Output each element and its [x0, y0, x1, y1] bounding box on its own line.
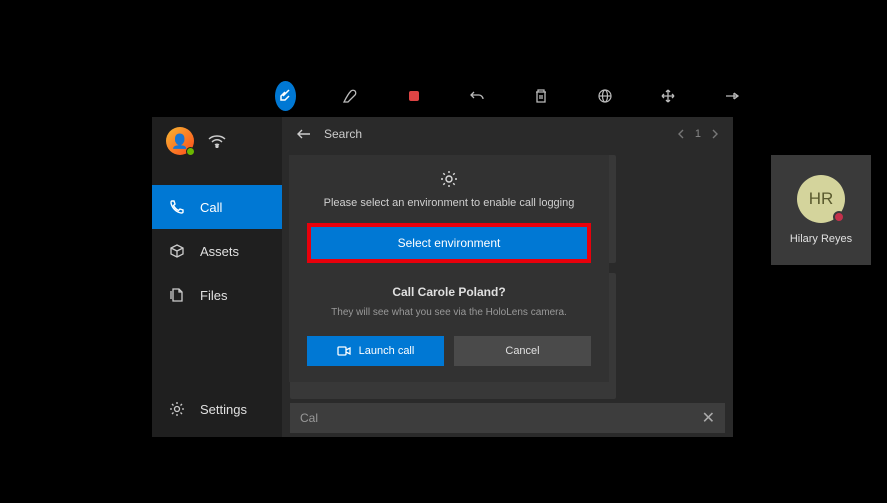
page-next-icon[interactable] [711, 129, 719, 139]
contact-name: Hilary Reyes [790, 233, 852, 245]
package-icon [168, 242, 186, 260]
nav-label: Settings [200, 402, 247, 417]
delete-icon[interactable] [531, 82, 551, 110]
select-env-highlight: Select environment [307, 223, 591, 263]
ink-ingress-icon[interactable] [275, 81, 296, 111]
env-prompt-text: Please select an environment to enable c… [307, 197, 591, 209]
select-environment-button[interactable]: Select environment [311, 227, 587, 259]
pen-icon[interactable] [340, 82, 360, 110]
nav: Call Assets Files [152, 185, 282, 387]
undo-icon[interactable] [468, 82, 488, 110]
pin-icon[interactable] [722, 82, 742, 110]
gear-icon [307, 169, 591, 189]
nav-label: Assets [200, 244, 239, 259]
nav-item-settings[interactable]: Settings [152, 387, 282, 431]
nav-item-assets[interactable]: Assets [152, 229, 282, 273]
video-icon [337, 346, 351, 356]
top-toolbar [275, 78, 742, 114]
sidebar: 👤 Call Assets [152, 117, 282, 437]
page-number: 1 [695, 128, 701, 140]
launch-call-label: Launch call [359, 345, 415, 357]
cancel-button[interactable]: Cancel [454, 336, 591, 366]
page-prev-icon[interactable] [677, 129, 685, 139]
phone-icon [168, 198, 186, 216]
nav-label: Call [200, 200, 222, 215]
wifi-icon [208, 134, 226, 148]
close-icon[interactable]: ✕ [702, 408, 715, 428]
contact-avatar: HR [797, 175, 845, 223]
call-subtext: They will see what you see via the HoloL… [307, 307, 591, 318]
dialog-actions: Launch call Cancel [307, 336, 591, 366]
sidebar-header: 👤 [152, 117, 282, 165]
call-question: Call Carole Poland? [307, 285, 591, 299]
files-icon [168, 286, 186, 304]
search-header: Search 1 [282, 117, 733, 151]
launch-call-button[interactable]: Launch call [307, 336, 444, 366]
nav-label: Files [200, 288, 227, 303]
nav-item-call[interactable]: Call [152, 185, 282, 229]
back-arrow-icon[interactable] [296, 128, 312, 140]
presence-busy-icon [833, 211, 845, 223]
page-nav: 1 [677, 128, 719, 140]
call-dialog: Please select an environment to enable c… [289, 155, 609, 382]
gear-icon [168, 400, 186, 418]
search-input-text: Cal [300, 411, 318, 425]
search-input-row[interactable]: Cal ✕ [290, 403, 725, 433]
globe-icon[interactable] [595, 82, 615, 110]
search-title: Search [324, 127, 362, 141]
contact-card[interactable]: HR Hilary Reyes [771, 155, 871, 265]
move-icon[interactable] [659, 82, 679, 110]
user-avatar[interactable]: 👤 [166, 127, 194, 155]
nav-item-files[interactable]: Files [152, 273, 282, 317]
stop-record-icon[interactable] [404, 82, 424, 110]
presence-available-icon [186, 147, 195, 156]
